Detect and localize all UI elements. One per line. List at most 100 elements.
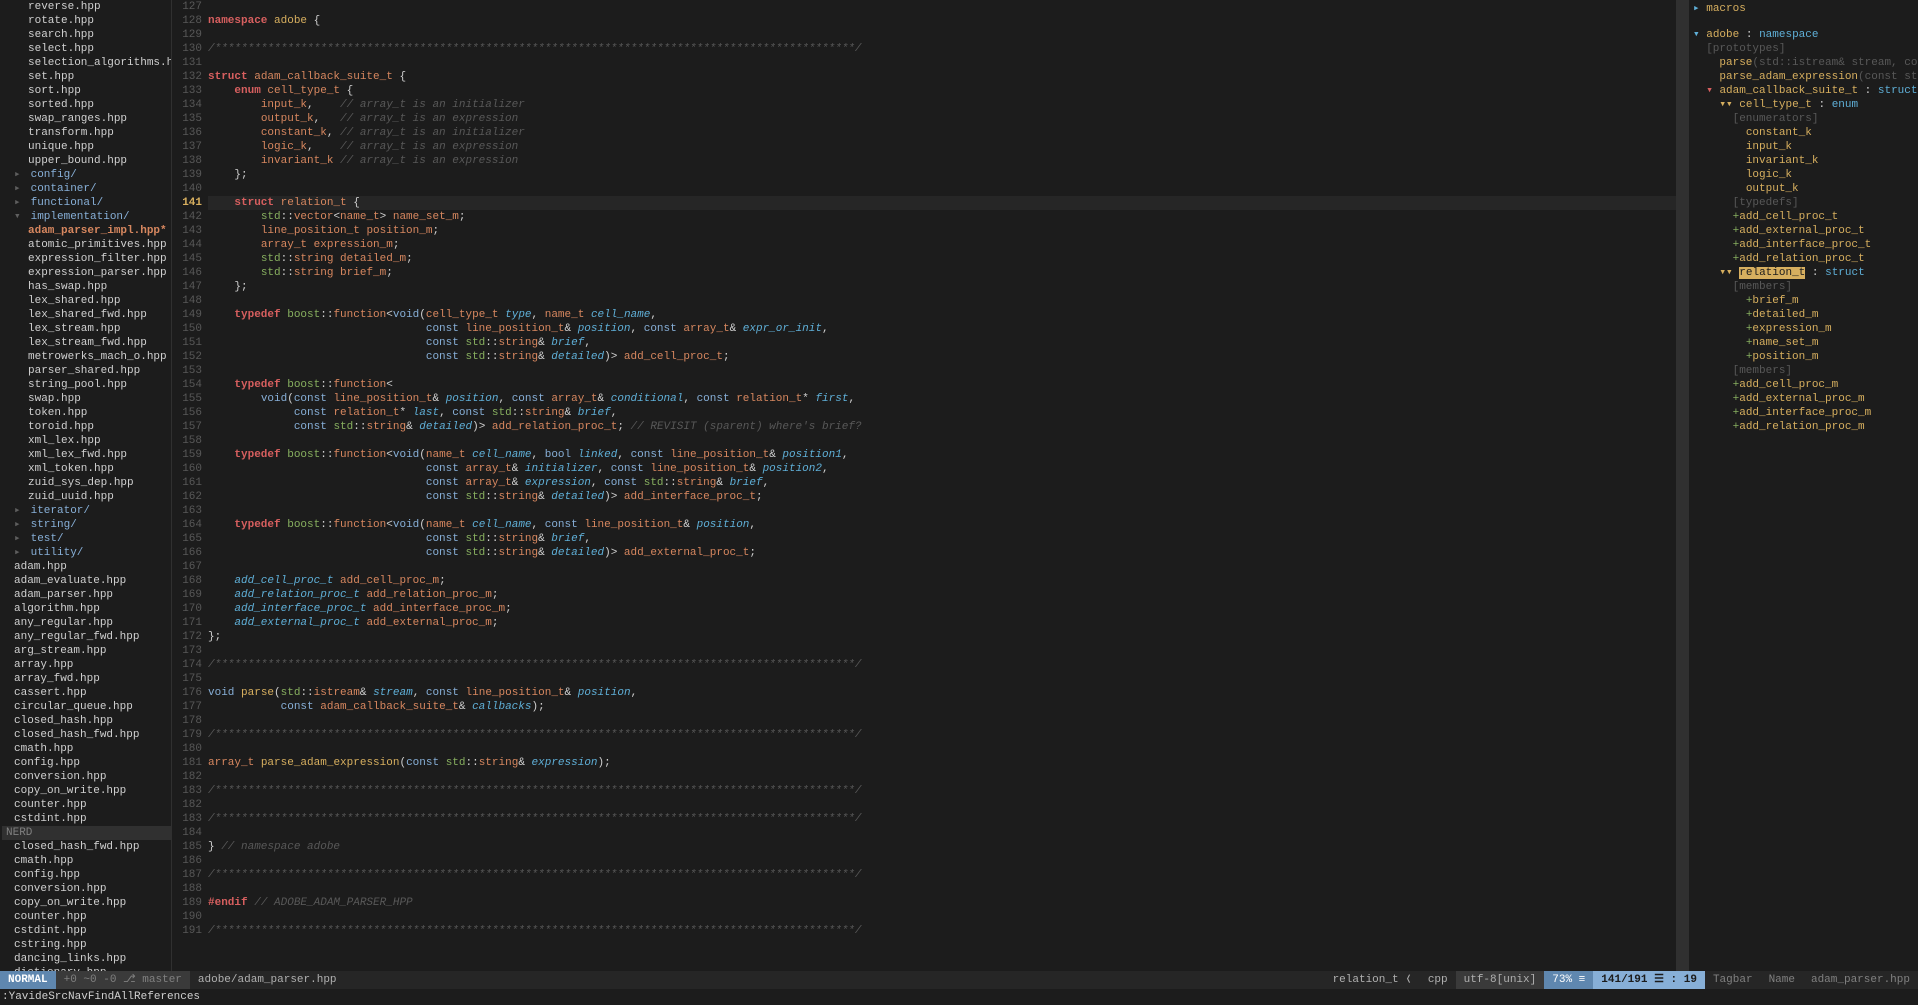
tagbar-item[interactable]: output_k	[1693, 182, 1914, 196]
tagbar-item[interactable]: [typedefs]	[1693, 196, 1914, 210]
file-item[interactable]: lex_shared_fwd.hpp	[2, 308, 171, 322]
code-line[interactable]: enum cell_type_t {	[208, 84, 1676, 98]
folder-item[interactable]: ▸ config/	[2, 168, 171, 182]
file-item[interactable]: xml_lex_fwd.hpp	[2, 448, 171, 462]
code-line[interactable]: } // namespace adobe	[208, 840, 1676, 854]
file-item[interactable]: config.hpp	[2, 756, 171, 770]
tagbar-item[interactable]: +add_interface_proc_t	[1693, 238, 1914, 252]
code-content[interactable]: namespace adobe { /*********************…	[208, 0, 1676, 971]
code-line[interactable]	[208, 882, 1676, 896]
tagbar-item[interactable]: parse(std::istream& stream, const li	[1693, 56, 1914, 70]
code-line[interactable]: logic_k, // array_t is an expression	[208, 140, 1676, 154]
tagbar-item[interactable]: ▾ adobe : namespace	[1693, 28, 1914, 42]
code-line[interactable]: line_position_t position_m;	[208, 224, 1676, 238]
folder-item[interactable]: ▸ string/	[2, 518, 171, 532]
tagbar[interactable]: ▸ macros▾ adobe : namespace [prototypes]…	[1688, 0, 1918, 971]
code-line[interactable]: std::string detailed_m;	[208, 252, 1676, 266]
file-item[interactable]: selection_algorithms.hpp	[2, 56, 171, 70]
code-line[interactable]: struct relation_t {	[208, 196, 1676, 210]
folder-item[interactable]: ▸ test/	[2, 532, 171, 546]
file-item[interactable]: cassert.hpp	[2, 686, 171, 700]
tagbar-item[interactable]: +add_external_proc_m	[1693, 392, 1914, 406]
file-item[interactable]: toroid.hpp	[2, 420, 171, 434]
file-item[interactable]: any_regular.hpp	[2, 616, 171, 630]
tagbar-item[interactable]: +position_m	[1693, 350, 1914, 364]
code-editor[interactable]: 1271281291301311321331341351361371381391…	[172, 0, 1676, 971]
file-item[interactable]: reverse.hpp	[2, 0, 171, 14]
code-line[interactable]: };	[208, 168, 1676, 182]
code-line[interactable]: input_k, // array_t is an initializer	[208, 98, 1676, 112]
file-item[interactable]: sort.hpp	[2, 84, 171, 98]
scrollbar[interactable]	[1676, 0, 1688, 971]
code-line[interactable]	[208, 504, 1676, 518]
file-item[interactable]: zuid_sys_dep.hpp	[2, 476, 171, 490]
code-line[interactable]: /***************************************…	[208, 42, 1676, 56]
code-line[interactable]	[208, 364, 1676, 378]
file-item[interactable]: transform.hpp	[2, 126, 171, 140]
code-line[interactable]	[208, 0, 1676, 14]
code-line[interactable]: const adam_callback_suite_t& callbacks);	[208, 700, 1676, 714]
code-line[interactable]: void parse(std::istream& stream, const l…	[208, 686, 1676, 700]
code-line[interactable]: /***************************************…	[208, 812, 1676, 826]
code-line[interactable]	[208, 826, 1676, 840]
file-item[interactable]: cstdint.hpp	[2, 812, 171, 826]
tagbar-item[interactable]: +expression_m	[1693, 322, 1914, 336]
tagbar-item[interactable]: +add_cell_proc_t	[1693, 210, 1914, 224]
code-line[interactable]: const array_t& expression, const std::st…	[208, 476, 1676, 490]
file-item[interactable]: rotate.hpp	[2, 14, 171, 28]
file-item[interactable]: swap.hpp	[2, 392, 171, 406]
tagbar-item[interactable]: +detailed_m	[1693, 308, 1914, 322]
tagbar-item[interactable]: +add_interface_proc_m	[1693, 406, 1914, 420]
code-line[interactable]: /***************************************…	[208, 924, 1676, 938]
file-item[interactable]: conversion.hpp	[2, 882, 171, 896]
file-item[interactable]: copy_on_write.hpp	[2, 784, 171, 798]
file-item[interactable]: expression_filter.hpp	[2, 252, 171, 266]
code-line[interactable]: const array_t& initializer, const line_p…	[208, 462, 1676, 476]
file-item[interactable]: lex_shared.hpp	[2, 294, 171, 308]
code-line[interactable]: const std::string& detailed)> add_cell_p…	[208, 350, 1676, 364]
tagbar-item[interactable]: input_k	[1693, 140, 1914, 154]
code-line[interactable]: const std::string& brief,	[208, 532, 1676, 546]
code-line[interactable]: typedef boost::function<void(name_t cell…	[208, 518, 1676, 532]
tagbar-item[interactable]: +add_cell_proc_m	[1693, 378, 1914, 392]
file-item[interactable]: copy_on_write.hpp	[2, 896, 171, 910]
file-item[interactable]: unique.hpp	[2, 140, 171, 154]
code-line[interactable]: };	[208, 280, 1676, 294]
code-line[interactable]: /***************************************…	[208, 658, 1676, 672]
file-item[interactable]: cmath.hpp	[2, 854, 171, 868]
code-line[interactable]: output_k, // array_t is an expression	[208, 112, 1676, 126]
file-item[interactable]: adam_parser.hpp	[2, 588, 171, 602]
tagbar-item[interactable]: +add_relation_proc_t	[1693, 252, 1914, 266]
file-item[interactable]: algorithm.hpp	[2, 602, 171, 616]
tagbar-item[interactable]: [enumerators]	[1693, 112, 1914, 126]
code-line[interactable]: add_external_proc_t add_external_proc_m;	[208, 616, 1676, 630]
code-line[interactable]	[208, 294, 1676, 308]
file-item[interactable]: xml_lex.hpp	[2, 434, 171, 448]
code-line[interactable]: add_cell_proc_t add_cell_proc_m;	[208, 574, 1676, 588]
folder-item[interactable]: ▾ implementation/	[2, 210, 171, 224]
file-item[interactable]: zuid_uuid.hpp	[2, 490, 171, 504]
code-line[interactable]: typedef boost::function<void(cell_type_t…	[208, 308, 1676, 322]
code-line[interactable]: add_interface_proc_t add_interface_proc_…	[208, 602, 1676, 616]
code-line[interactable]	[208, 644, 1676, 658]
file-item[interactable]: config.hpp	[2, 868, 171, 882]
code-line[interactable]: invariant_k // array_t is an expression	[208, 154, 1676, 168]
file-item[interactable]: array.hpp	[2, 658, 171, 672]
code-line[interactable]: constant_k, // array_t is an initializer	[208, 126, 1676, 140]
file-item[interactable]: circular_queue.hpp	[2, 700, 171, 714]
code-line[interactable]	[208, 714, 1676, 728]
file-item[interactable]: cmath.hpp	[2, 742, 171, 756]
code-line[interactable]: };	[208, 630, 1676, 644]
code-line[interactable]: const std::string& detailed)> add_extern…	[208, 546, 1676, 560]
file-item[interactable]: atomic_primitives.hpp	[2, 238, 171, 252]
file-item[interactable]: dancing_links.hpp	[2, 952, 171, 966]
tagbar-item[interactable]: logic_k	[1693, 168, 1914, 182]
tagbar-item[interactable]: ▾ adam_callback_suite_t : struct	[1693, 84, 1914, 98]
file-item[interactable]: closed_hash.hpp	[2, 714, 171, 728]
code-line[interactable]	[208, 672, 1676, 686]
code-line[interactable]	[208, 434, 1676, 448]
file-item[interactable]: token.hpp	[2, 406, 171, 420]
code-line[interactable]: typedef boost::function<void(name_t cell…	[208, 448, 1676, 462]
file-item[interactable]: set.hpp	[2, 70, 171, 84]
code-line[interactable]: const std::string& detailed)> add_relati…	[208, 420, 1676, 434]
